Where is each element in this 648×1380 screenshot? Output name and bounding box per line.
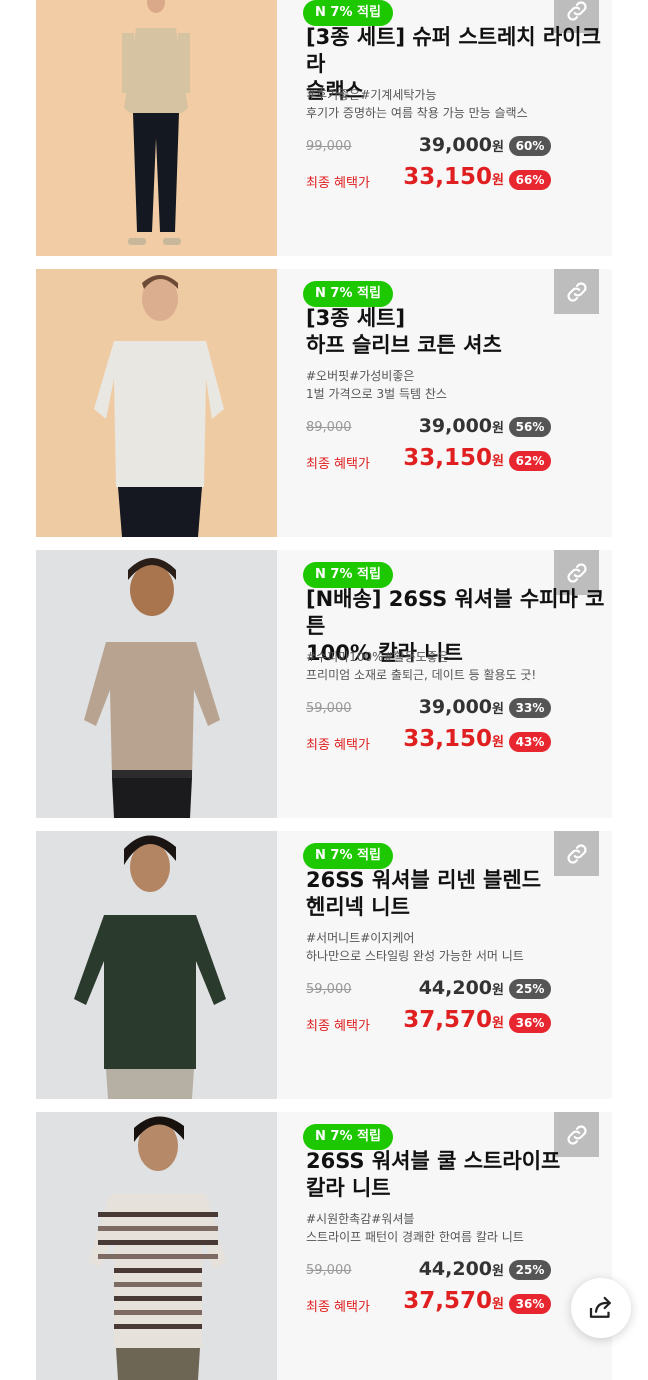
sale-price: 39,000원 bbox=[418, 415, 504, 437]
final-price-label: 최종 혜택가 bbox=[306, 1019, 370, 1034]
final-price-label: 최종 혜택가 bbox=[306, 738, 370, 753]
product-description: 후기가 증명하는 여름 착용 가능 만능 슬랙스 bbox=[306, 106, 528, 120]
product-photo bbox=[36, 1112, 277, 1380]
point-badge: N 7% 적립 bbox=[303, 0, 393, 26]
final-discount-badge: 62% bbox=[509, 451, 551, 471]
product-info: N 7% 적립 [N배송] 26SS 워셔블 수피마 코튼 100% 칼라 니트… bbox=[277, 550, 612, 818]
product-photo bbox=[36, 831, 277, 1099]
product-info: N 7% 적립 [3종 세트] 하프 슬리브 코튼 셔츠 #오버핏#가성비좋은 … bbox=[277, 269, 612, 537]
final-price-label: 최종 혜택가 bbox=[306, 176, 370, 191]
product-card[interactable]: N 7% 적립 26SS 워셔블 리넨 블렌드 헨리넥 니트 #서머니트#이지케… bbox=[36, 831, 612, 1099]
product-photo bbox=[36, 269, 277, 537]
point-badge: N 7% 적립 bbox=[303, 562, 393, 588]
product-tags: #서머니트#이지케어 bbox=[306, 931, 415, 945]
link-icon bbox=[566, 281, 587, 302]
product-image[interactable] bbox=[36, 550, 277, 818]
sale-price: 44,200원 bbox=[418, 977, 504, 999]
final-price: 37,570원 bbox=[403, 1288, 504, 1314]
link-icon bbox=[566, 0, 587, 21]
product-description: 1벌 가격으로 3벌 득템 찬스 bbox=[306, 387, 447, 401]
product-image[interactable] bbox=[36, 269, 277, 537]
product-tags: #후기좋은#기계세탁가능 bbox=[306, 88, 437, 102]
product-title[interactable]: 26SS 워셔블 쿨 스트라이프 칼라 니트 bbox=[306, 1148, 606, 1202]
original-price: 99,000 bbox=[306, 139, 352, 154]
discount-badge: 60% bbox=[509, 136, 551, 156]
final-price: 33,150원 bbox=[403, 726, 504, 752]
product-title[interactable]: 26SS 워셔블 리넨 블렌드 헨리넥 니트 bbox=[306, 867, 606, 921]
product-title[interactable]: [3종 세트] 하프 슬리브 코튼 셔츠 bbox=[306, 305, 606, 359]
final-price-label: 최종 혜택가 bbox=[306, 457, 370, 472]
original-price: 59,000 bbox=[306, 982, 352, 997]
sale-price: 39,000원 bbox=[418, 134, 504, 156]
link-icon bbox=[566, 843, 587, 864]
sale-price: 39,000원 bbox=[418, 696, 504, 718]
link-icon bbox=[566, 1124, 587, 1145]
original-price: 59,000 bbox=[306, 701, 352, 716]
product-tags: #수피마100%#활용도좋은 bbox=[306, 650, 449, 664]
product-card[interactable]: N 7% 적립 [3종 세트] 슈퍼 스트레치 라이크라 슬랙스 #후기좋은#기… bbox=[36, 0, 612, 256]
share-icon bbox=[589, 1296, 611, 1318]
final-discount-badge: 43% bbox=[509, 732, 551, 752]
product-tags: #오버핏#가성비좋은 bbox=[306, 369, 415, 383]
product-card[interactable]: N 7% 적립 [3종 세트] 하프 슬리브 코튼 셔츠 #오버핏#가성비좋은 … bbox=[36, 269, 612, 537]
discount-badge: 25% bbox=[509, 979, 551, 999]
original-price: 59,000 bbox=[306, 1263, 352, 1278]
final-price: 37,570원 bbox=[403, 1007, 504, 1033]
product-card[interactable]: N 7% 적립 26SS 워셔블 쿨 스트라이프 칼라 니트 #시원한촉감#워셔… bbox=[36, 1112, 612, 1380]
product-image[interactable] bbox=[36, 0, 277, 256]
product-image[interactable] bbox=[36, 831, 277, 1099]
product-info: N 7% 적립 26SS 워셔블 쿨 스트라이프 칼라 니트 #시원한촉감#워셔… bbox=[277, 1112, 612, 1380]
product-image[interactable] bbox=[36, 1112, 277, 1380]
point-badge: N 7% 적립 bbox=[303, 843, 393, 869]
point-badge: N 7% 적립 bbox=[303, 281, 393, 307]
product-description: 스트라이프 패턴이 경쾌한 한여름 칼라 니트 bbox=[306, 1230, 524, 1244]
final-discount-badge: 36% bbox=[509, 1013, 551, 1033]
discount-badge: 25% bbox=[509, 1260, 551, 1280]
product-info: N 7% 적립 26SS 워셔블 리넨 블렌드 헨리넥 니트 #서머니트#이지케… bbox=[277, 831, 612, 1099]
product-photo bbox=[36, 550, 277, 818]
product-tags: #시원한촉감#워셔블 bbox=[306, 1212, 415, 1226]
final-price: 33,150원 bbox=[403, 164, 504, 190]
link-icon bbox=[566, 562, 587, 583]
original-price: 89,000 bbox=[306, 420, 352, 435]
final-price: 33,150원 bbox=[403, 445, 504, 471]
product-photo bbox=[36, 0, 277, 256]
product-info: N 7% 적립 [3종 세트] 슈퍼 스트레치 라이크라 슬랙스 #후기좋은#기… bbox=[277, 0, 612, 256]
sale-price: 44,200원 bbox=[418, 1258, 504, 1280]
discount-badge: 33% bbox=[509, 698, 551, 718]
product-card[interactable]: N 7% 적립 [N배송] 26SS 워셔블 수피마 코튼 100% 칼라 니트… bbox=[36, 550, 612, 818]
product-description: 프리미엄 소재로 출퇴근, 데이트 등 활용도 굿! bbox=[306, 668, 537, 682]
final-discount-badge: 36% bbox=[509, 1294, 551, 1314]
product-description: 하나만으로 스타일링 완성 가능한 서머 니트 bbox=[306, 949, 524, 963]
share-button[interactable] bbox=[571, 1278, 631, 1338]
point-badge: N 7% 적립 bbox=[303, 1124, 393, 1150]
final-discount-badge: 66% bbox=[509, 170, 551, 190]
discount-badge: 56% bbox=[509, 417, 551, 437]
final-price-label: 최종 혜택가 bbox=[306, 1300, 370, 1315]
